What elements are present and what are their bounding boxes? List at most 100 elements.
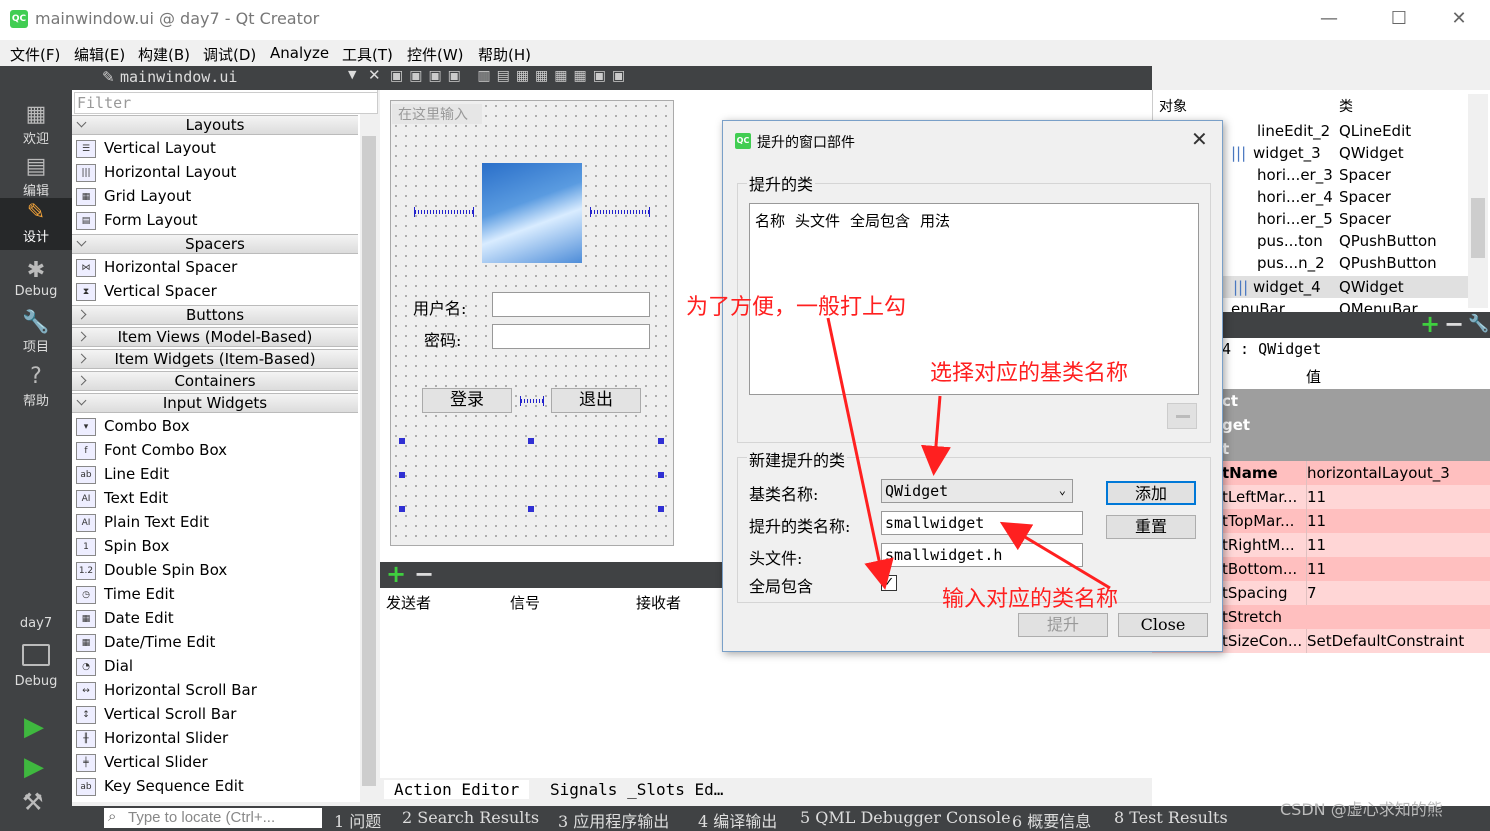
- column-receiver[interactable]: 接收者: [636, 592, 681, 613]
- property-value[interactable]: 11: [1306, 509, 1326, 533]
- horizontal-spacer[interactable]: [590, 207, 650, 217]
- output-tab-test-results[interactable]: 8 Test Results: [1114, 808, 1228, 827]
- output-tab-search-results[interactable]: 2 Search Results: [402, 808, 539, 827]
- minimize-icon[interactable]: —: [1306, 4, 1352, 34]
- widget-grid-layout[interactable]: ▦ Grid Layout: [76, 184, 191, 208]
- widget-key-sequence-edit[interactable]: ab Key Sequence Edit: [76, 774, 244, 798]
- base-class-select[interactable]: QWidget ⌄: [881, 479, 1073, 503]
- widget-form-layout[interactable]: ▤ Form Layout: [76, 208, 198, 232]
- widget-horizontal-slider[interactable]: ╫ Horizontal Slider: [76, 726, 228, 750]
- tab-action-editor[interactable]: Action Editor: [384, 780, 530, 799]
- selection-handle[interactable]: [658, 472, 664, 478]
- widget-combo-box[interactable]: ▾ Combo Box: [76, 414, 190, 438]
- property-value[interactable]: horizontalLayout_3: [1306, 461, 1450, 485]
- maximize-icon[interactable]: ☐: [1376, 4, 1422, 34]
- kit-project[interactable]: day7: [0, 616, 72, 631]
- output-tab-issues[interactable]: 1 问题: [334, 808, 381, 831]
- mode-edit[interactable]: ▤ 编辑: [0, 152, 72, 204]
- add-button[interactable]: 添加: [1106, 481, 1196, 505]
- property-value[interactable]: SetDefaultConstraint: [1306, 629, 1464, 653]
- property-value[interactable]: 7: [1306, 581, 1317, 605]
- category-layouts[interactable]: Layouts: [72, 115, 358, 135]
- password-input[interactable]: [492, 324, 650, 349]
- output-tab-compile-output[interactable]: 4 编译输出: [698, 808, 777, 831]
- close-window-icon[interactable]: ✕: [1436, 4, 1482, 34]
- exit-button[interactable]: 退出: [551, 388, 641, 413]
- column-name[interactable]: 名称: [755, 210, 785, 231]
- output-tab-qml-console[interactable]: 5 QML Debugger Console: [800, 808, 1011, 827]
- horizontal-spacer[interactable]: [414, 207, 474, 217]
- dropdown-chevron-icon[interactable]: ▼: [348, 68, 356, 81]
- selection-handle[interactable]: [528, 506, 534, 512]
- selection-handle[interactable]: [528, 438, 534, 444]
- reset-button[interactable]: 重置: [1106, 515, 1196, 539]
- promote-button[interactable]: 提升: [1018, 613, 1108, 637]
- widget-vertical-spacer[interactable]: ⧗ Vertical Spacer: [76, 279, 217, 303]
- widget-font-combo-box[interactable]: f Font Combo Box: [76, 438, 227, 462]
- widget-datetime-edit[interactable]: ▦ Date/Time Edit: [76, 630, 215, 654]
- sky-image[interactable]: [482, 163, 582, 263]
- mode-help[interactable]: ? 帮助: [0, 362, 72, 414]
- mode-debug[interactable]: ✱ Debug: [0, 256, 72, 308]
- layout-toolbar-icons[interactable]: ▣▣▣▣ ▥▤▦▦▦▦▣▣: [390, 68, 631, 84]
- configure-wrench-icon[interactable]: 🔧: [1468, 314, 1489, 334]
- run-icon[interactable]: ▶: [24, 712, 44, 742]
- category-buttons[interactable]: Buttons: [72, 305, 358, 325]
- add-connection-icon[interactable]: +: [386, 560, 406, 588]
- form-menu-placeholder[interactable]: 在这里输入: [392, 104, 482, 124]
- debug-run-icon[interactable]: ▶: [24, 752, 44, 782]
- menu-help[interactable]: 帮助(H): [478, 44, 531, 65]
- remove-connection-icon[interactable]: −: [414, 560, 434, 588]
- close-document-icon[interactable]: ✕: [368, 66, 381, 84]
- menu-build[interactable]: 构建(B): [138, 44, 190, 65]
- widget-line-edit[interactable]: ab Line Edit: [76, 462, 169, 486]
- property-value[interactable]: 11: [1306, 557, 1326, 581]
- header-file-input[interactable]: smallwidget.h: [881, 543, 1083, 567]
- selection-handle[interactable]: [399, 472, 405, 478]
- add-property-icon[interactable]: +: [1420, 310, 1440, 338]
- widget-horizontal-layout[interactable]: ||| Horizontal Layout: [76, 160, 236, 184]
- mode-projects[interactable]: 🔧 项目: [0, 308, 72, 360]
- widget-box-scroll-thumb[interactable]: [362, 136, 376, 786]
- widget-vertical-scroll-bar[interactable]: ↕ Vertical Scroll Bar: [76, 702, 236, 726]
- mode-design[interactable]: ✎ 设计: [0, 198, 72, 250]
- widget-plain-text-edit[interactable]: AI Plain Text Edit: [76, 510, 209, 534]
- tab-signals-slots-editor[interactable]: Signals _Slots Ed…: [540, 780, 733, 799]
- category-item-widgets[interactable]: Item Widgets (Item-Based): [72, 349, 358, 369]
- horizontal-spacer[interactable]: [520, 396, 544, 406]
- promoted-class-input[interactable]: smallwidget: [881, 511, 1083, 535]
- property-value[interactable]: 11: [1306, 533, 1326, 557]
- property-value[interactable]: 11: [1306, 485, 1326, 509]
- column-header-file[interactable]: 头文件: [795, 210, 840, 231]
- widget-vertical-slider[interactable]: ╪ Vertical Slider: [76, 750, 208, 774]
- menu-file[interactable]: 文件(F): [10, 44, 60, 65]
- output-tab-app-output[interactable]: 3 应用程序输出: [558, 808, 669, 831]
- column-global-include[interactable]: 全局包含: [850, 210, 910, 231]
- widget-dial[interactable]: ◔ Dial: [76, 654, 133, 678]
- menu-widgets[interactable]: 控件(W): [407, 44, 464, 65]
- selection-handle[interactable]: [658, 506, 664, 512]
- locate-input[interactable]: ⌕ Type to locate (Ctrl+...: [104, 808, 322, 828]
- dialog-close-icon[interactable]: ✕: [1191, 127, 1208, 151]
- selection-handle[interactable]: [658, 438, 664, 444]
- mode-welcome[interactable]: ▦ 欢迎: [0, 100, 72, 152]
- column-signal[interactable]: 信号: [510, 592, 540, 613]
- build-hammer-icon[interactable]: ⚒: [22, 788, 44, 816]
- category-containers[interactable]: Containers: [72, 371, 358, 391]
- filter-input[interactable]: Filter: [74, 92, 378, 114]
- widget-spin-box[interactable]: 1 Spin Box: [76, 534, 169, 558]
- category-input-widgets[interactable]: Input Widgets: [72, 393, 358, 413]
- username-input[interactable]: [492, 292, 650, 317]
- remove-property-icon[interactable]: −: [1444, 310, 1464, 338]
- widget-double-spin-box[interactable]: 1.2 Double Spin Box: [76, 558, 227, 582]
- column-object[interactable]: 对象: [1159, 96, 1187, 116]
- widget-time-edit[interactable]: ◷ Time Edit: [76, 582, 175, 606]
- column-usage[interactable]: 用法: [920, 210, 950, 231]
- menu-tools[interactable]: 工具(T): [342, 44, 393, 65]
- widget-text-edit[interactable]: AI Text Edit: [76, 486, 168, 510]
- widget-horizontal-scroll-bar[interactable]: ↔ Horizontal Scroll Bar: [76, 678, 257, 702]
- category-spacers[interactable]: Spacers: [72, 234, 358, 254]
- remove-promoted-button[interactable]: [1167, 403, 1197, 429]
- widget-vertical-layout[interactable]: ☰ Vertical Layout: [76, 136, 216, 160]
- selection-handle[interactable]: [399, 506, 405, 512]
